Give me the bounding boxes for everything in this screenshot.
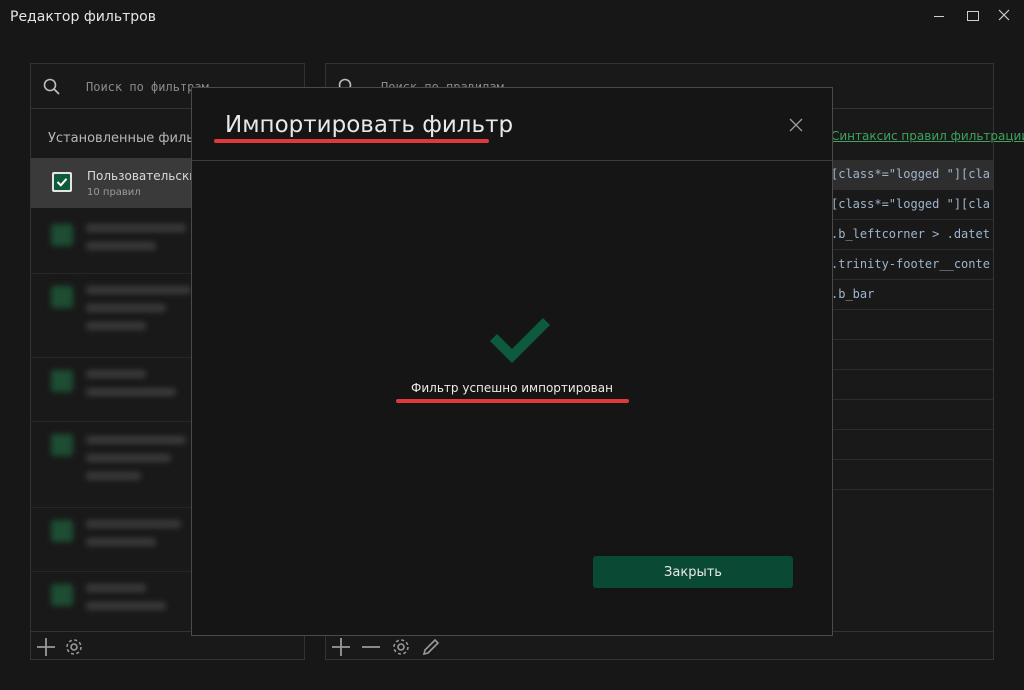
blurred-text: [86, 520, 181, 528]
close-icon[interactable]: [788, 117, 804, 133]
blurred-text: [86, 538, 156, 546]
filter-checkbox[interactable]: [51, 224, 73, 246]
dialog-title: Импортировать фильтр: [225, 112, 514, 138]
filter-checkbox[interactable]: [51, 584, 73, 606]
close-button[interactable]: Закрыть: [593, 556, 793, 588]
maximize-icon[interactable]: [962, 6, 982, 24]
blurred-text: [86, 388, 176, 396]
blurred-text: [86, 454, 171, 462]
window-close-icon[interactable]: [994, 6, 1014, 24]
rule-text: .trinity-footer__content: [831, 257, 991, 271]
blurred-text: [86, 472, 141, 480]
search-icon: [42, 77, 62, 101]
import-filter-dialog: Импортировать фильтр Фильтр успешно импо…: [191, 87, 833, 636]
rule-text: [class*="logged "][class*=": [831, 197, 991, 211]
rule-text: .b_leftcorner > .dateti: [831, 227, 991, 241]
blurred-text: [86, 242, 156, 250]
blurred-text: [86, 224, 186, 232]
plus-icon[interactable]: [35, 636, 59, 658]
title-bar: Редактор фильтров: [0, 0, 1024, 34]
blurred-text: [86, 322, 146, 330]
gear-icon[interactable]: [390, 636, 414, 658]
blurred-text: [86, 286, 191, 294]
filter-checkbox[interactable]: [52, 172, 72, 192]
blurred-text: [86, 370, 146, 378]
blurred-text: [86, 584, 146, 592]
blurred-text: [86, 436, 186, 444]
minimize-icon[interactable]: [929, 6, 949, 24]
rule-text: .b_bar: [831, 287, 875, 301]
syntax-help-link[interactable]: Синтаксис правил фильтрации: [831, 129, 1024, 143]
filter-name: Пользовательский: [87, 169, 205, 183]
pencil-icon[interactable]: [420, 636, 444, 658]
filter-checkbox[interactable]: [51, 286, 73, 308]
success-message: Фильтр успешно импортирован: [411, 381, 613, 395]
title-highlight-underline: [214, 139, 489, 143]
filter-checkbox[interactable]: [51, 370, 73, 392]
plus-icon[interactable]: [330, 636, 354, 658]
dialog-divider: [192, 160, 832, 161]
blurred-text: [86, 304, 166, 312]
gear-icon[interactable]: [63, 636, 87, 658]
filter-checkbox[interactable]: [51, 434, 73, 456]
rule-text: [class*="logged "][class*=": [831, 167, 991, 181]
minus-icon[interactable]: [360, 636, 384, 658]
success-checkmark-icon: [488, 317, 552, 371]
blurred-text: [86, 602, 166, 610]
message-highlight-underline: [396, 399, 629, 403]
window-title: Редактор фильтров: [10, 9, 156, 25]
filter-checkbox[interactable]: [51, 520, 73, 542]
filter-rule-count: 10 правил: [87, 187, 141, 198]
